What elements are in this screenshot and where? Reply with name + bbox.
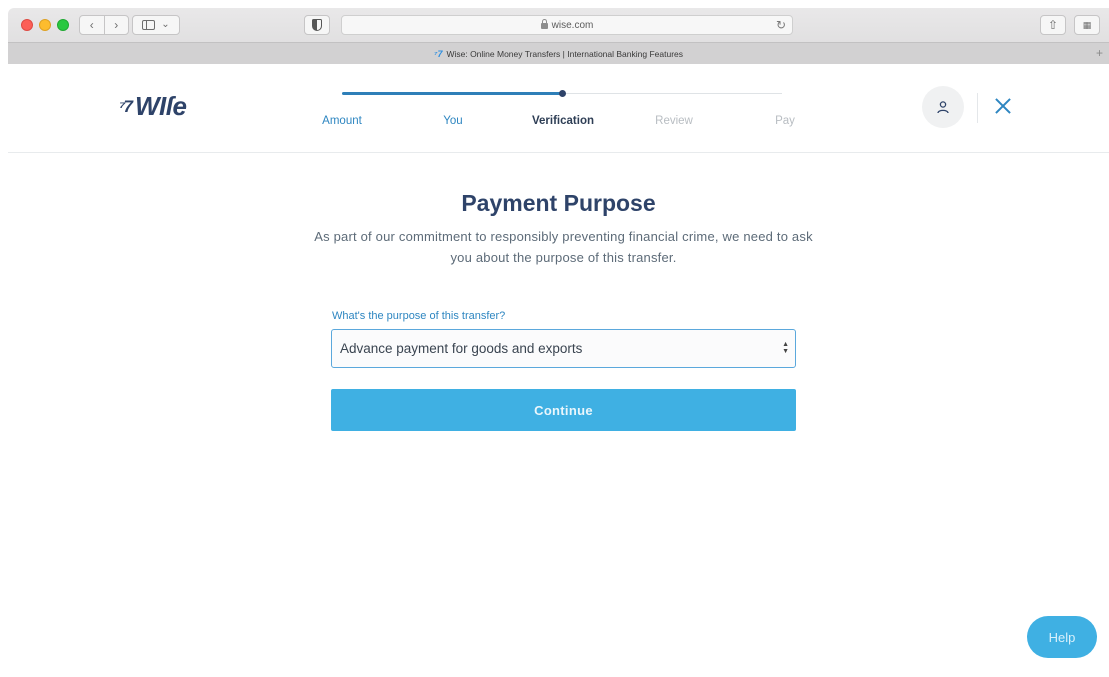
wise-flag-icon: ⁷7 [434, 48, 443, 59]
step-amount[interactable]: Amount [322, 115, 362, 127]
purpose-label: What's the purpose of this transfer? [332, 310, 506, 322]
select-arrows-icon: ▲ ▼ [782, 341, 789, 355]
continue-button[interactable]: Continue [331, 389, 796, 431]
shield-icon [312, 19, 322, 31]
close-icon[interactable] [992, 95, 1014, 117]
page-subtitle: As part of our commitment to responsibly… [314, 229, 813, 265]
browser-toolbar: ‹ › ⌄ wise.com ↻ ⇧ ▦ ⁷7 Wise: Online Mon… [8, 8, 1109, 64]
purpose-selected-value: Advance payment for goods and exports [340, 341, 583, 356]
history-nav: ‹ › [79, 15, 129, 35]
header-divider [977, 93, 978, 123]
share-icon: ⇧ [1047, 18, 1059, 32]
wise-flag-icon: ⁷7 [119, 96, 133, 116]
stepper-current-marker [559, 90, 566, 97]
wise-logo[interactable]: ⁷7 WIſe [119, 91, 187, 122]
step-pay: Pay [775, 115, 795, 127]
help-button[interactable]: Help [1027, 616, 1097, 658]
account-button[interactable] [922, 86, 964, 128]
user-icon [937, 101, 949, 114]
minimize-window-button[interactable] [39, 19, 51, 31]
lock-icon [540, 19, 548, 29]
forward-button[interactable]: › [103, 16, 129, 34]
page-header: ⁷7 WIſe Amount You Verification Review P… [8, 64, 1109, 153]
step-review: Review [655, 115, 693, 127]
zoom-window-button[interactable] [57, 19, 69, 31]
tab-overview-button[interactable]: ▦ [1074, 15, 1100, 35]
tab-active[interactable]: ⁷7 Wise: Online Money Transfers | Intern… [8, 42, 1109, 64]
page-title: Payment Purpose [461, 190, 656, 216]
sidebar-toggle-button[interactable]: ⌄ [132, 15, 180, 35]
privacy-report-button[interactable] [304, 15, 330, 35]
page: ⁷7 WIſe Amount You Verification Review P… [8, 64, 1109, 677]
chevron-down-icon: ⌄ [161, 19, 170, 30]
step-verification: Verification [532, 115, 594, 127]
stepper-progress [342, 92, 562, 95]
logo-wordmark: WIſe [134, 91, 187, 121]
sidebar-icon [142, 20, 156, 30]
step-you[interactable]: You [443, 115, 462, 127]
tab-title: Wise: Online Money Transfers | Internati… [446, 48, 683, 59]
progress-stepper: Amount You Verification Review Pay [308, 86, 808, 130]
address-bar[interactable]: wise.com ↻ [341, 15, 793, 35]
window-controls [21, 19, 69, 31]
tab-overview-icon: ▦ [1082, 19, 1092, 30]
purpose-select[interactable]: Advance payment for goods and exports ▲ ▼ [331, 329, 796, 368]
back-button[interactable]: ‹ [80, 16, 104, 34]
new-tab-icon[interactable]: + [1096, 46, 1103, 60]
reload-icon[interactable]: ↻ [776, 18, 786, 32]
url-text: wise.com [551, 19, 594, 31]
close-window-button[interactable] [21, 19, 33, 31]
share-button[interactable]: ⇧ [1040, 15, 1066, 35]
